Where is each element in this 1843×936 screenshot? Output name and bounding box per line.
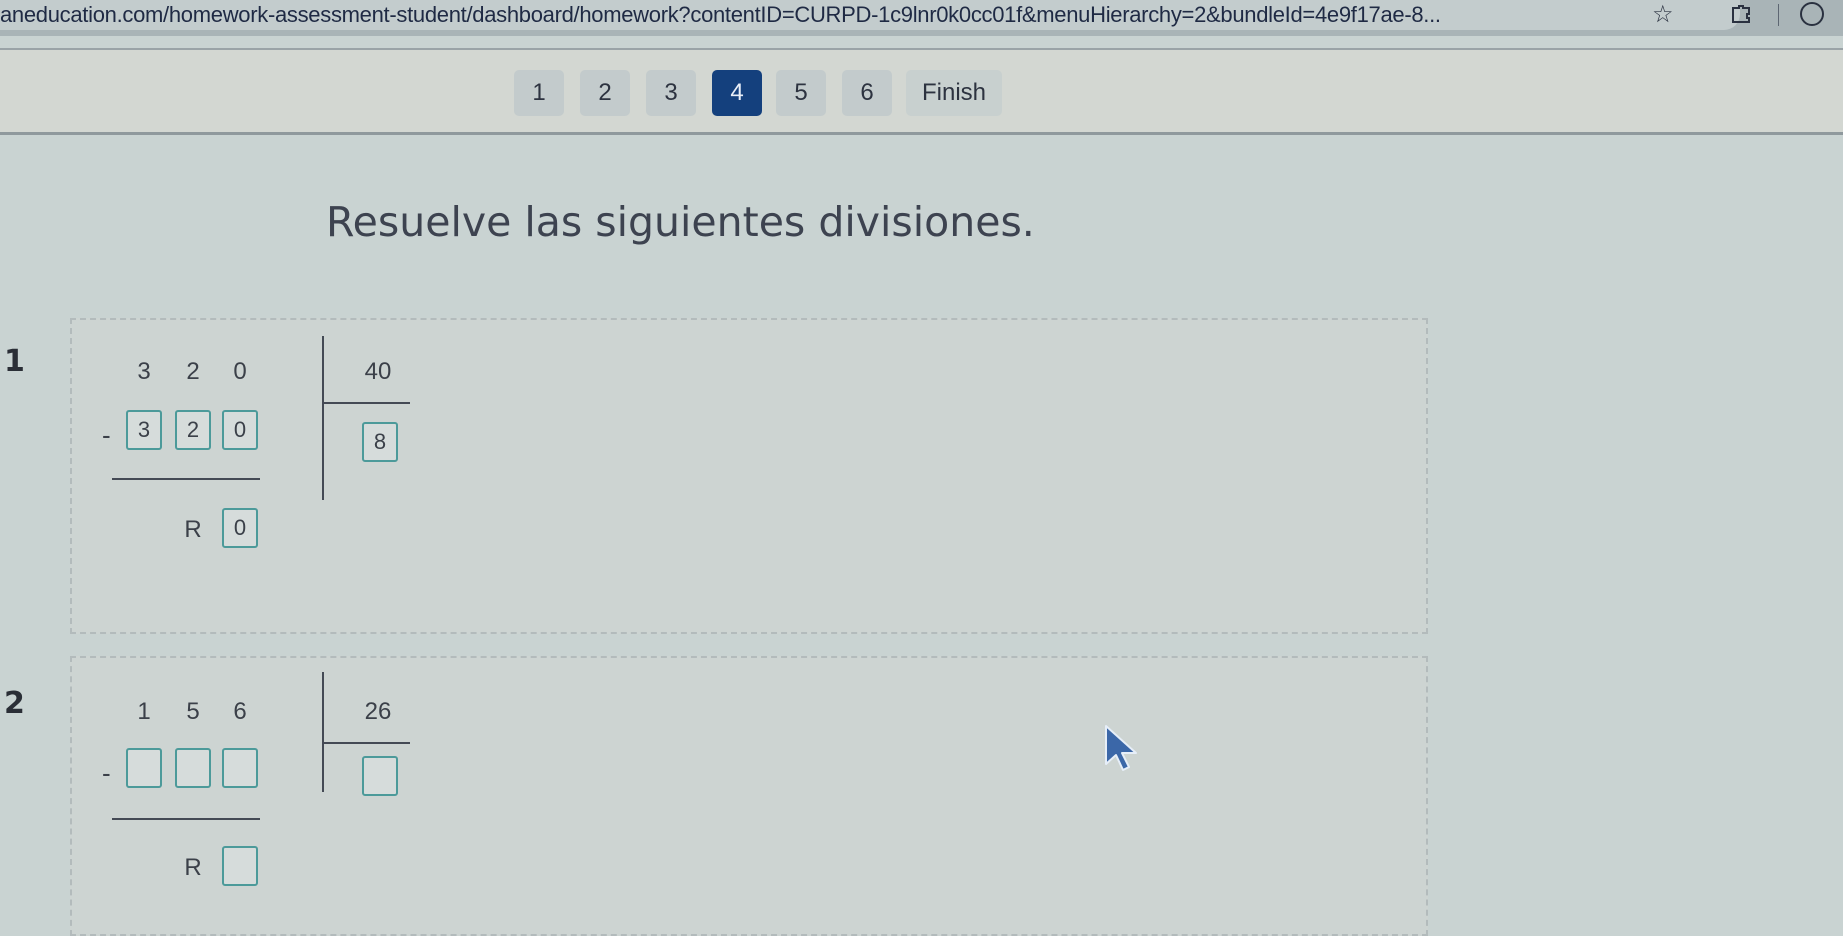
minus-sign: - bbox=[102, 420, 111, 450]
division-bracket-vertical bbox=[322, 336, 324, 500]
subtrahend-input[interactable]: 3 bbox=[126, 410, 162, 450]
question-navigation: 1 2 3 4 5 6 Finish bbox=[0, 48, 1843, 135]
page-title: Resuelve las siguientes divisiones. bbox=[326, 198, 1035, 246]
star-icon[interactable]: ☆ bbox=[1652, 0, 1674, 28]
dividend-digit: 0 bbox=[233, 358, 247, 385]
question-2-panel: 1 5 6 - R 26 bbox=[70, 656, 1428, 936]
remainder-label: R bbox=[184, 854, 202, 881]
subtraction-line bbox=[112, 818, 260, 820]
quotient-input[interactable]: 8 bbox=[362, 422, 398, 462]
subtrahend-input[interactable] bbox=[175, 748, 211, 788]
address-bar[interactable]: aneducation.com/homework-assessment-stud… bbox=[0, 0, 1740, 30]
nav-question-5[interactable]: 5 bbox=[776, 70, 826, 116]
profile-icon[interactable] bbox=[1800, 2, 1824, 26]
minus-sign: - bbox=[102, 758, 111, 788]
finish-button[interactable]: Finish bbox=[906, 70, 1002, 116]
nav-question-6[interactable]: 6 bbox=[842, 70, 892, 116]
division-bracket-horizontal bbox=[322, 742, 410, 744]
dividend-digit: 2 bbox=[186, 358, 200, 385]
dividend-digit: 1 bbox=[137, 698, 151, 725]
subtrahend-input[interactable] bbox=[126, 748, 162, 788]
extension-icon[interactable] bbox=[1730, 4, 1752, 24]
divisor: 40 bbox=[364, 358, 392, 385]
nav-question-4[interactable]: 4 bbox=[712, 70, 762, 116]
divisor: 26 bbox=[364, 698, 392, 725]
dividend-digit: 3 bbox=[137, 358, 151, 385]
remainder-input[interactable]: 0 bbox=[222, 508, 258, 548]
url-text[interactable]: aneducation.com/homework-assessment-stud… bbox=[0, 2, 1441, 28]
dividend-digit: 5 bbox=[186, 698, 200, 725]
browser-toolbar: aneducation.com/homework-assessment-stud… bbox=[0, 0, 1843, 36]
nav-question-3[interactable]: 3 bbox=[646, 70, 696, 116]
toolbar-divider bbox=[1778, 4, 1779, 26]
subtrahend-input[interactable]: 2 bbox=[175, 410, 211, 450]
question-number: 1 bbox=[4, 344, 25, 379]
subtraction-line bbox=[112, 478, 260, 480]
division-bracket-horizontal bbox=[322, 402, 410, 404]
subtrahend-input[interactable] bbox=[222, 748, 258, 788]
remainder-input[interactable] bbox=[222, 846, 258, 886]
question-number: 2 bbox=[4, 686, 25, 721]
subtrahend-input[interactable]: 0 bbox=[222, 410, 258, 450]
quotient-input[interactable] bbox=[362, 756, 398, 796]
dividend-digit: 6 bbox=[233, 698, 247, 725]
question-1-panel: 3 2 0 - 3 2 0 R 0 40 8 bbox=[70, 318, 1428, 634]
remainder-label: R bbox=[184, 516, 202, 543]
nav-question-1[interactable]: 1 bbox=[514, 70, 564, 116]
nav-question-2[interactable]: 2 bbox=[580, 70, 630, 116]
division-bracket-vertical bbox=[322, 672, 324, 792]
mouse-cursor-icon bbox=[1105, 725, 1137, 771]
